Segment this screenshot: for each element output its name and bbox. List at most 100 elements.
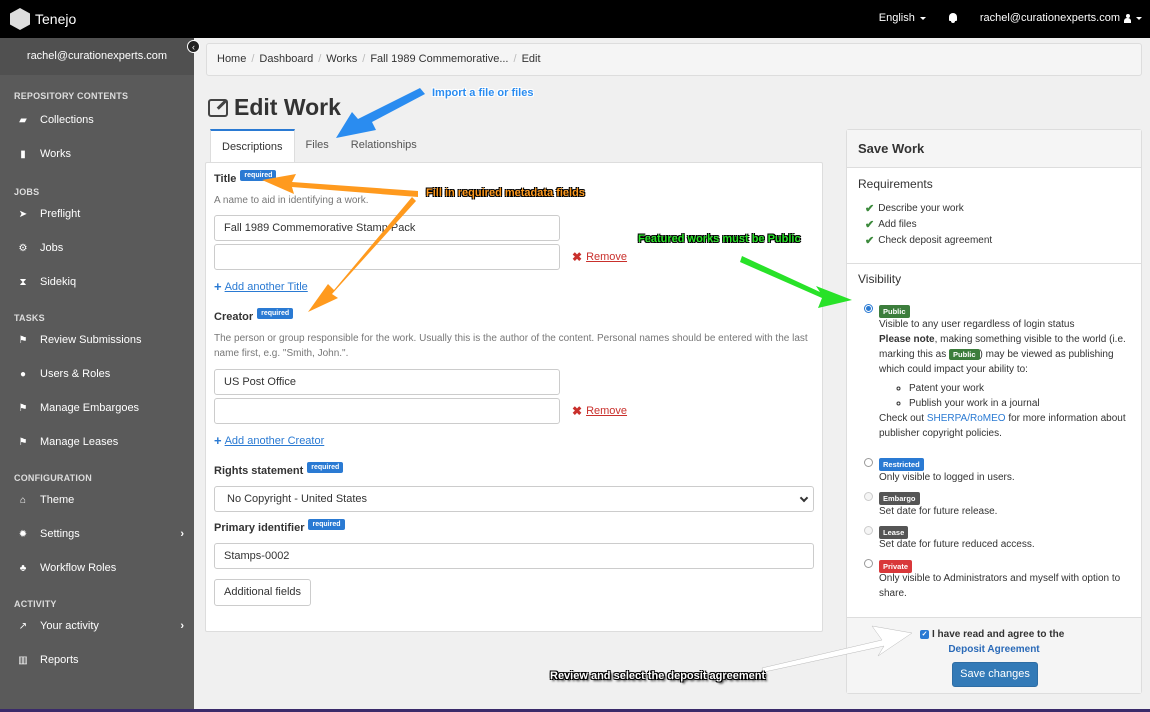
- annotation-deposit: Review and select the deposit agreement: [550, 670, 766, 682]
- visibility-private-radio[interactable]: [864, 559, 873, 568]
- user-menu[interactable]: rachel@curationexperts.com: [980, 12, 1142, 24]
- sidebar-item-sidekiq[interactable]: ⧗ Sidekiq: [0, 265, 194, 299]
- sidebar-item-label: Collections: [40, 114, 94, 126]
- restricted-description: Only visible to logged in users.: [879, 472, 1015, 483]
- breadcrumb-current: Edit: [521, 53, 541, 65]
- plus-icon: +: [214, 433, 222, 448]
- bar-chart-icon: ▥: [18, 654, 28, 666]
- remove-icon: ✖: [572, 250, 583, 264]
- sidebar-item-jobs[interactable]: ⚙ Jobs: [0, 231, 194, 265]
- sidebar-item-label: Sidekiq: [40, 276, 77, 288]
- sherpa-romeo-link[interactable]: SHERPA/RoMEO: [927, 413, 1006, 424]
- sidebar-item-your-activity[interactable]: ↗ Your activity ›: [0, 609, 194, 643]
- requirement-label: Describe your work: [878, 203, 964, 214]
- breadcrumb-separator: /: [362, 53, 366, 65]
- caret-down-icon: [1136, 16, 1142, 20]
- rights-selected-value: No Copyright - United States: [227, 493, 368, 505]
- creator-label: Creator required: [214, 307, 294, 323]
- breadcrumb-works[interactable]: Works: [326, 53, 357, 65]
- rights-label-text: Rights statement: [214, 465, 304, 477]
- sidebar-item-manage-leases[interactable]: ⚑ Manage Leases: [0, 425, 194, 459]
- tab-files[interactable]: Files: [295, 129, 340, 162]
- annotation-import: Import a file or files: [432, 87, 534, 99]
- sidebar-section-title: JOBS: [14, 187, 40, 197]
- sidebar-item-label: Theme: [40, 494, 75, 506]
- annotation-featured: Featured works must be Public: [638, 233, 801, 245]
- private-description: Only visible to Administrators and mysel…: [879, 573, 1121, 599]
- language-label: English: [878, 12, 915, 24]
- page-title-text: Edit Work: [234, 94, 341, 120]
- impact-item: Patent your work: [909, 381, 1134, 396]
- brand-name: Tenejo: [35, 11, 77, 27]
- add-creator-link[interactable]: + Add another Creator: [214, 433, 324, 448]
- bell-icon: [948, 12, 958, 24]
- remove-creator-button[interactable]: ✖ Remove: [572, 404, 627, 418]
- creator-input-2[interactable]: [214, 398, 560, 424]
- remove-title-button[interactable]: ✖ Remove: [572, 250, 627, 264]
- page-title: Edit Work: [208, 94, 341, 121]
- sidebar-item-label: Manage Embargoes: [40, 402, 140, 414]
- visibility-public-radio[interactable]: [864, 304, 873, 313]
- sidebar-item-manage-embargoes[interactable]: ⚑ Manage Embargoes: [0, 391, 194, 425]
- sidebar-item-label: Workflow Roles: [40, 562, 117, 574]
- additional-fields-button[interactable]: Additional fields: [214, 579, 312, 606]
- sidebar-item-works[interactable]: ▮ Works: [0, 137, 194, 171]
- sidebar-item-preflight[interactable]: ➤ Preflight: [0, 197, 194, 231]
- sidebar-item-theme[interactable]: ⌂ Theme: [0, 483, 194, 517]
- check-icon: ✔: [865, 219, 875, 231]
- send-icon: ➤: [18, 208, 28, 220]
- breadcrumb-dashboard[interactable]: Dashboard: [259, 53, 313, 65]
- rights-label: Rights statement required: [214, 461, 344, 477]
- agreement-checkbox[interactable]: ✓: [920, 630, 929, 639]
- creator-input[interactable]: [214, 369, 560, 395]
- requirements-title: Requirements: [858, 177, 933, 191]
- visibility-embargo-radio[interactable]: [864, 492, 873, 501]
- agreement-text: I have read and agree to the: [932, 629, 1065, 640]
- save-footer: ✓ I have read and agree to the Deposit A…: [847, 617, 1141, 693]
- title-input-2[interactable]: [214, 244, 560, 270]
- sidebar-item-users-roles[interactable]: ● Users & Roles: [0, 357, 194, 391]
- requirement-item: ✔ Add files: [865, 218, 917, 231]
- add-title-link[interactable]: + Add another Title: [214, 279, 308, 294]
- rights-select[interactable]: No Copyright - United States: [214, 486, 814, 512]
- save-changes-button[interactable]: Save changes: [952, 662, 1038, 687]
- cogs-icon: ⚙: [18, 242, 28, 254]
- requirement-item: ✔ Check deposit agreement: [865, 234, 992, 247]
- sidebar-item-workflow-roles[interactable]: ♣ Workflow Roles: [0, 551, 194, 585]
- user-menu-label: rachel@curationexperts.com: [979, 12, 1120, 24]
- notifications-button[interactable]: [948, 12, 958, 24]
- identifier-input[interactable]: [214, 543, 814, 569]
- visibility-lease-radio[interactable]: [864, 526, 873, 535]
- agreement-checkbox-label[interactable]: ✓ I have read and agree to the: [920, 629, 1064, 640]
- visibility-restricted-radio[interactable]: [864, 458, 873, 467]
- tab-relationships[interactable]: Relationships: [340, 129, 428, 162]
- sidebar-item-reports[interactable]: ▥ Reports: [0, 643, 194, 677]
- collapse-sidebar-icon[interactable]: ‹: [187, 40, 200, 53]
- chevron-down-icon: [799, 493, 809, 503]
- hourglass-icon: ⧗: [19, 276, 27, 288]
- sidebar-section-title: CONFIGURATION: [14, 473, 92, 483]
- users-icon: ♣: [19, 562, 27, 574]
- caret-down-icon: [919, 16, 926, 20]
- line-chart-icon: ↗: [18, 620, 28, 632]
- breadcrumb-home[interactable]: Home: [217, 53, 246, 65]
- creator-help: The person or group responsible for the …: [214, 333, 808, 359]
- language-menu[interactable]: English: [879, 12, 926, 24]
- embargo-description: Set date for future release.: [879, 506, 998, 517]
- sidebar-section-title: ACTIVITY: [14, 599, 57, 609]
- breadcrumb-work[interactable]: Fall 1989 Commemorative...: [370, 53, 508, 65]
- flag-icon: ⚑: [18, 402, 28, 414]
- brand[interactable]: Tenejo: [10, 8, 76, 30]
- gear-icon: ✹: [18, 528, 28, 540]
- chevron-right-icon: ›: [180, 528, 184, 540]
- sidebar-item-label: Manage Leases: [40, 436, 119, 448]
- sidebar-item-review-submissions[interactable]: ⚑ Review Submissions: [0, 323, 194, 357]
- sidebar-item-collections[interactable]: ▰ Collections: [0, 103, 194, 137]
- sidebar-item-settings[interactable]: ✹ Settings ›: [0, 517, 194, 551]
- note-text: Check out: [879, 413, 927, 424]
- title-input[interactable]: [214, 215, 560, 241]
- deposit-agreement-link[interactable]: Deposit Agreement: [847, 644, 1141, 655]
- tab-descriptions[interactable]: Descriptions: [210, 129, 295, 163]
- remove-label: Remove: [586, 405, 628, 417]
- sherpa-note: Check out SHERPA/RoMEO for more informat…: [879, 411, 1134, 441]
